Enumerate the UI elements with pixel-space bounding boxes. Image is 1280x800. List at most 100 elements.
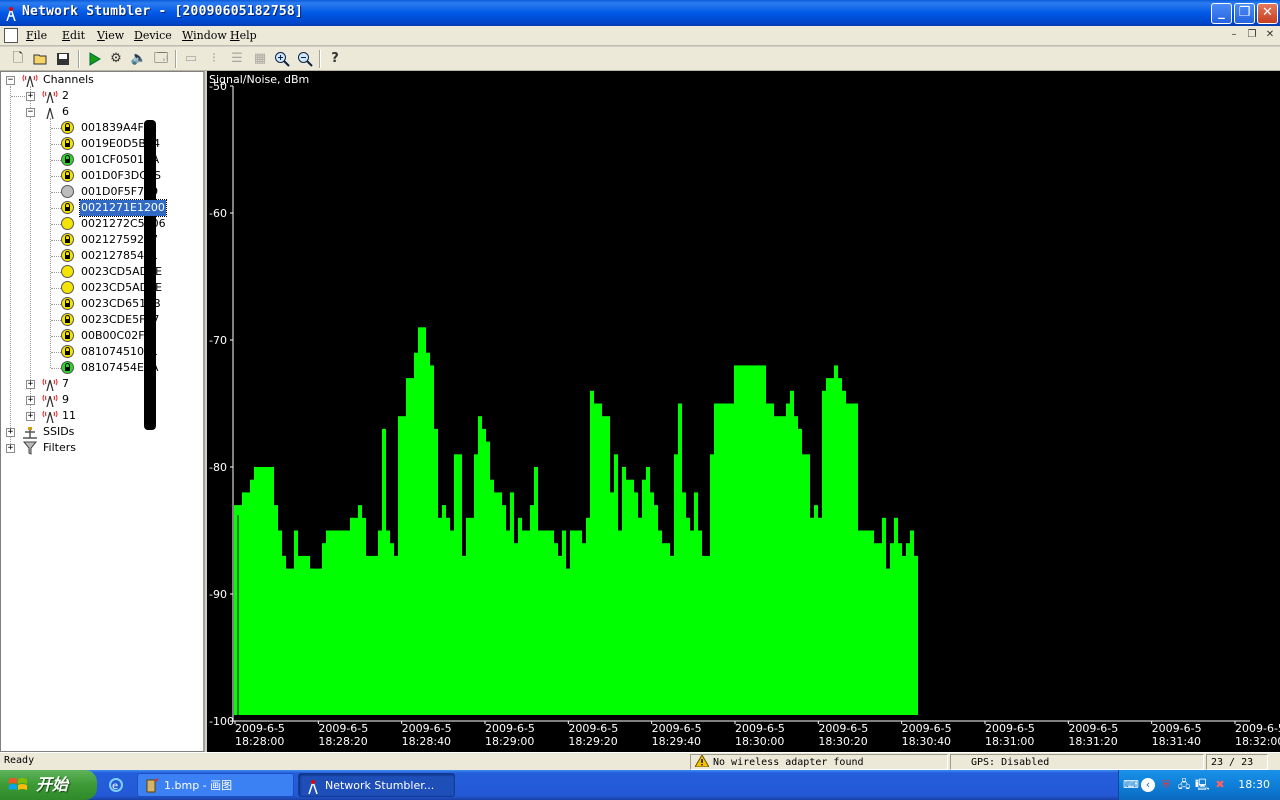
signal-bar — [898, 543, 902, 715]
tree-item-ssids[interactable]: SSIDs — [43, 424, 74, 440]
document-icon[interactable] — [4, 28, 18, 43]
channel-antenna-icon — [42, 90, 58, 103]
tree-item-channels[interactable]: Channels — [43, 72, 94, 88]
signal-bar — [298, 555, 302, 715]
zoom-out-icon[interactable] — [295, 49, 315, 69]
expander-filters[interactable]: + — [6, 444, 15, 453]
collapse-tray-icon[interactable]: ‹ — [1141, 778, 1155, 792]
restore-icon: ❐ — [1238, 5, 1251, 20]
x-tick-time: 18:30:20 — [818, 735, 867, 748]
status-gps-text: GPS: Disabled — [971, 757, 1050, 768]
tree-item-ap[interactable]: 0019E0D5B84 — [80, 136, 161, 152]
expander-channel-9[interactable]: + — [26, 396, 35, 405]
expander-channel-2[interactable]: + — [26, 92, 35, 101]
mdi-restore-button[interactable]: ❐ — [1245, 29, 1259, 43]
tree-item-channel[interactable]: 7 — [62, 376, 69, 392]
ap-locked-icon — [61, 153, 74, 166]
tree-item-ap[interactable]: 001D0F5F799 — [80, 184, 159, 200]
signal-bar — [246, 492, 250, 715]
channel-tree[interactable]: − Channels + 2 − 6 + 7 + 9 + 11 + SSIDs … — [0, 71, 205, 752]
signal-bar — [418, 327, 422, 715]
network-icon[interactable]: 🖧 — [1177, 778, 1191, 792]
signal-bar — [358, 505, 362, 715]
tree-item-ap[interactable]: 001D0F3DC1S — [80, 168, 162, 184]
x-tick-time: 18:28:00 — [235, 735, 284, 748]
title-bar[interactable]: Network Stumbler - [20090605182758] _ ❐ … — [0, 0, 1280, 26]
properties-icon[interactable]: 🗔 — [151, 49, 171, 69]
expander-channel-6[interactable]: − — [26, 108, 35, 117]
tree-item-ap[interactable]: 0023CD5AD7E — [80, 280, 163, 296]
tree-item-ap[interactable]: 0023CD5AD3E — [80, 264, 163, 280]
signal-bar — [706, 555, 710, 715]
tree-item-ap[interactable]: 00212785491 — [80, 248, 159, 264]
windows-flag-icon — [9, 778, 27, 790]
menu-view[interactable]: View — [97, 29, 124, 42]
expander-channel-11[interactable]: + — [26, 412, 35, 421]
signal-bar — [278, 530, 282, 715]
signal-bar — [486, 441, 490, 715]
expander-ssids[interactable]: + — [6, 428, 15, 437]
expander-channels[interactable]: − — [6, 76, 15, 85]
new-icon[interactable]: 🗋 — [8, 49, 28, 69]
menu-bar: File Edit View Device Window Help – ❐ ✕ — [0, 26, 1280, 46]
tree-item-ap[interactable]: 00212759277 — [80, 232, 159, 248]
signal-bar — [686, 517, 690, 715]
tree-item-ap[interactable]: 0021271E1200 — [79, 199, 167, 217]
play-icon[interactable] — [84, 49, 104, 69]
tree-item-ap[interactable]: 00B00C02F6 — [80, 328, 153, 344]
security-shield-icon[interactable]: ⛨ — [1159, 778, 1173, 792]
antivirus-icon[interactable]: ✖ — [1213, 778, 1227, 792]
open-icon[interactable] — [31, 49, 51, 69]
mdi-minimize-button[interactable]: – — [1227, 29, 1241, 43]
list-icon[interactable]: ☰ — [227, 49, 247, 69]
expander-channel-7[interactable]: + — [26, 380, 35, 389]
signal-bar — [866, 530, 870, 715]
signal-bar — [834, 365, 838, 715]
signal-graph[interactable]: Signal/Noise, dBm -50 -60 -70 -80 -90 -100 2009… — [207, 71, 1280, 752]
signal-bar — [294, 530, 298, 715]
maximize-button[interactable]: ❐ — [1234, 3, 1255, 24]
signal-bar — [546, 530, 550, 715]
tree-item-ap[interactable]: 0021272C5006 — [80, 216, 167, 232]
signal-bar — [630, 479, 634, 715]
menu-device[interactable]: Device — [134, 29, 172, 42]
large-icons-icon[interactable]: ▭ — [181, 49, 201, 69]
menu-file[interactable]: File — [26, 29, 47, 42]
close-button[interactable]: ✕ — [1257, 3, 1278, 24]
minimize-button[interactable]: _ — [1211, 3, 1232, 24]
tree-item-ap[interactable]: 08107451051 — [80, 344, 159, 360]
tree-item-ap[interactable]: 001CF0501CA — [80, 152, 160, 168]
tree-item-channel[interactable]: 9 — [62, 392, 69, 408]
tree-item-channel[interactable]: 2 — [62, 88, 69, 104]
tree-item-ap[interactable]: 08107454E5A — [80, 360, 159, 376]
menu-help[interactable]: Help — [230, 29, 257, 42]
save-icon[interactable] — [53, 49, 73, 69]
task-paint[interactable]: 1.bmp - 画图 — [137, 773, 294, 797]
tree-item-channel[interactable]: 6 — [62, 104, 69, 120]
ap-locked-icon — [61, 201, 74, 214]
start-button[interactable]: 开始 — [0, 770, 97, 800]
tree-item-ap[interactable]: 0023CD6512B — [80, 296, 162, 312]
x-tick-time: 18:32:00 — [1235, 735, 1280, 748]
details-icon[interactable]: ▦ — [250, 49, 270, 69]
signal-bar — [622, 467, 626, 715]
small-icons-icon[interactable]: ⁝ — [204, 49, 224, 69]
help-icon[interactable]: ? — [325, 49, 345, 69]
tree-item-ap[interactable]: 0023CDE5F87 — [80, 312, 160, 328]
tree-item-filters[interactable]: Filters — [43, 440, 76, 456]
signal-bar — [638, 517, 642, 715]
zoom-in-icon[interactable] — [272, 49, 292, 69]
menu-edit[interactable]: Edit — [62, 29, 85, 42]
mdi-close-button[interactable]: ✕ — [1263, 29, 1277, 43]
tree-item-channel[interactable]: 11 — [62, 408, 76, 424]
task-network-stumbler[interactable]: Network Stumbler... — [298, 773, 455, 797]
warning-icon — [694, 755, 710, 768]
menu-window[interactable]: Window — [182, 29, 227, 42]
ap-locked-icon — [61, 121, 74, 134]
tree-item-ap[interactable]: 001839A4FF1 — [80, 120, 158, 136]
keyboard-icon[interactable]: ⌨ — [1123, 778, 1139, 792]
ie-quicklaunch-icon[interactable]: e — [108, 777, 124, 793]
mute-icon[interactable]: 🔈 — [129, 49, 149, 69]
auto-config-icon[interactable]: ⚙ — [106, 49, 126, 69]
network-status-icon[interactable]: 🖳 — [1195, 778, 1210, 792]
